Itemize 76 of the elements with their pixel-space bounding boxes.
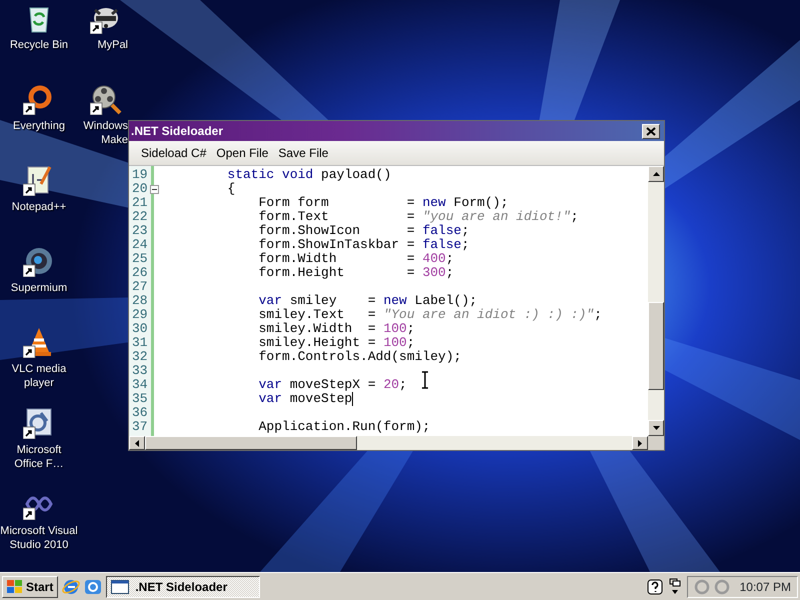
film-reel-icon[interactable] (90, 83, 122, 115)
scroll-left-button[interactable] (129, 436, 145, 450)
line-number: 37 (131, 420, 149, 434)
code-line: var moveStep (258, 392, 352, 406)
horizontal-scrollbar[interactable] (129, 436, 648, 450)
help-icon[interactable] (646, 578, 663, 594)
desktop-icon-label[interactable]: Windows Make (83, 119, 128, 147)
code-line: form.Width = 400; (258, 252, 454, 266)
code-line: smiley.Width = 100; (258, 322, 415, 336)
line-number: 30 (131, 322, 149, 336)
desktop-icon[interactable] (84, 578, 102, 596)
line-number: 24 (131, 238, 149, 252)
line-number: 22 (131, 210, 149, 224)
line-number: 31 (131, 336, 149, 350)
line-number: 26 (131, 266, 149, 280)
window-icon (111, 580, 130, 594)
line-number: 33 (131, 364, 149, 378)
fold-toggle[interactable] (150, 185, 159, 194)
text-cursor-icon (420, 371, 430, 389)
line-number: 32 (131, 350, 149, 364)
line-number: 25 (131, 252, 149, 266)
code-line: static void payload() (227, 168, 392, 182)
taskbar-button[interactable]: .NET Sideloader (106, 576, 260, 598)
desktop-icon-label[interactable]: MyPal (97, 38, 128, 52)
scroll-right-button[interactable] (632, 436, 648, 450)
browser-icon[interactable] (62, 578, 80, 596)
desktop-icon-label[interactable]: VLC media player (12, 362, 66, 390)
line-number: 27 (131, 280, 149, 294)
right-arrow-icon (638, 440, 642, 446)
windows-flag-icon (7, 580, 23, 594)
line-number: 35 (131, 392, 149, 406)
down-arrow-icon (652, 426, 660, 430)
desktop-icon-label[interactable]: Microsoft Visual Studio 2010 (0, 524, 78, 552)
code-line: Application.Run(form); (258, 420, 430, 434)
desktop-icon-label[interactable]: Supermium (10, 281, 68, 295)
scroll-thumb[interactable] (145, 436, 357, 450)
code-line: smiley.Text = "You are an idiot :) :) :)"; (258, 308, 602, 322)
window-switch-icon[interactable] (668, 578, 681, 596)
left-arrow-icon (135, 440, 139, 446)
start-button[interactable]: Start (2, 576, 58, 598)
minus-icon (152, 189, 157, 190)
code-line: form.Height = 300; (258, 266, 454, 280)
code-line: var moveStepX = 20; (258, 378, 407, 392)
menu-item[interactable]: Sideload C# (137, 142, 210, 164)
code-line: var smiley = new Label(); (258, 294, 478, 308)
line-number: 21 (131, 196, 149, 210)
code-line: form.Controls.Add(smiley); (258, 350, 462, 364)
code-line: smiley.Height = 100; (258, 336, 415, 350)
vertical-scrollbar[interactable] (648, 166, 664, 436)
code-line: Form form = new Form(); (258, 196, 508, 210)
scroll-down-button[interactable] (648, 420, 664, 436)
close-button[interactable] (642, 124, 660, 138)
window-title: .NET Sideloader (131, 123, 224, 140)
scroll-up-button[interactable] (648, 166, 664, 182)
close-icon (646, 126, 656, 136)
scroll-thumb[interactable] (648, 302, 664, 390)
desktop-icon-label[interactable]: Recycle Bin (10, 38, 68, 52)
desktop-icon-label[interactable]: Everything (13, 119, 65, 133)
globe-icon[interactable] (23, 245, 55, 277)
menu-item[interactable]: Save File (274, 142, 332, 164)
code-line: form.ShowIcon = false; (258, 224, 470, 238)
clock: 10:07 PM (740, 578, 791, 596)
line-number: 20 (131, 182, 149, 196)
line-number: 23 (131, 224, 149, 238)
line-number: 29 (131, 308, 149, 322)
code-line: form.ShowInTaskbar = false; (258, 238, 470, 252)
up-arrow-icon (652, 172, 660, 176)
line-number: 28 (131, 294, 149, 308)
code-line: form.Text = "you are an idiot!"; (258, 210, 578, 224)
menu-item[interactable]: Open File (212, 142, 272, 164)
code-line: { (227, 182, 236, 196)
line-number: 34 (131, 378, 149, 392)
line-number: 19 (131, 168, 149, 182)
desktop-icon-label[interactable]: Microsoft Office F… (14, 443, 64, 471)
line-number: 36 (131, 406, 149, 420)
desktop-icon-label[interactable]: Notepad++ (12, 200, 66, 214)
